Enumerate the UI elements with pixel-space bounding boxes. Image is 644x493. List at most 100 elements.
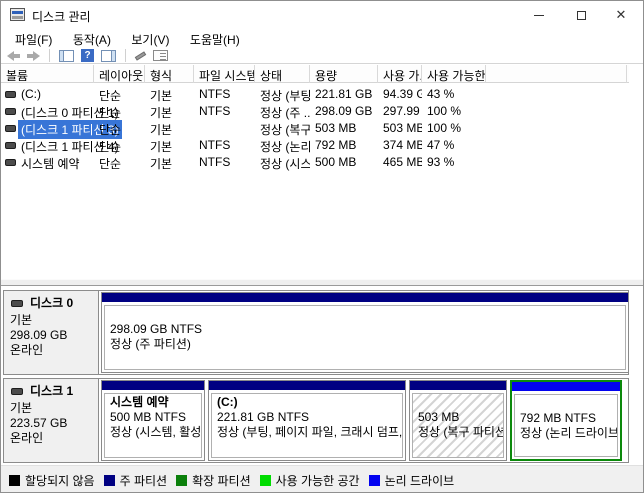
app-icon	[10, 8, 25, 21]
partition-color-strip	[410, 381, 506, 390]
volume-row[interactable]: (디스크 1 파티션 4)단순기본NTFS정상 (논리...792 MB374 …	[1, 137, 629, 154]
volume-drive-icon	[5, 91, 16, 98]
partition-body: (C:)221.81 GB NTFS정상 (부팅, 페이지 파일, 크래시 덤프…	[211, 393, 403, 458]
volume-cell-status: 정상 (시스...	[260, 155, 310, 172]
disk-status: 온라인	[10, 431, 92, 446]
legend-color-swatch	[369, 475, 380, 486]
volume-cell-capacity: 221.81 GB	[315, 87, 378, 101]
volume-cell-layout: 단순	[99, 87, 145, 104]
partition-1-3[interactable]: 792 MB NTFS정상 (논리 드라이브	[510, 380, 622, 461]
title-bar: 디스크 관리 ✕	[1, 1, 643, 29]
maximize-button[interactable]	[561, 1, 601, 29]
volume-list-header: 볼륨레이아웃형식파일 시스템상태용량사용 가...사용 가능한...	[1, 65, 629, 83]
pane-splitter[interactable]	[1, 279, 643, 286]
close-icon: ✕	[616, 7, 627, 23]
menu-bar: 파일(F) 동작(A) 보기(V) 도움말(H)	[1, 29, 643, 47]
legend-item-1: 주 파티션	[104, 472, 168, 489]
volume-cell-status: 정상 (주 ...	[260, 104, 310, 121]
list-view-icon	[153, 50, 168, 61]
console-tree-icon	[59, 50, 74, 62]
volume-cell-pct_free: 47 %	[427, 138, 486, 152]
volume-cell-fs: NTFS	[199, 138, 255, 152]
disk-icon	[11, 388, 23, 395]
partition-1-1[interactable]: (C:)221.81 GB NTFS정상 (부팅, 페이지 파일, 크래시 덤프…	[208, 380, 406, 461]
volume-cell-free: 94.39 GB	[383, 87, 422, 101]
console-tree-button[interactable]	[59, 48, 74, 63]
properties-tool-icon	[135, 51, 146, 60]
forward-button[interactable]	[27, 48, 40, 63]
toolbar-separator	[125, 49, 126, 62]
legend-label: 사용 가능한 공간	[276, 472, 360, 489]
forward-arrow-icon	[27, 51, 40, 61]
partition-body: 시스템 예약500 MB NTFS정상 (시스템, 활성,	[104, 393, 202, 458]
volume-drive-icon	[5, 125, 16, 132]
help-button[interactable]: ?	[81, 48, 94, 63]
column-header-5[interactable]: 용량	[310, 65, 378, 83]
partition-label: (C:)	[217, 395, 397, 410]
column-header-7[interactable]: 사용 가능한...	[422, 65, 486, 83]
partition-status-line: 정상 (논리 드라이브	[520, 426, 612, 441]
volume-row[interactable]: (디스크 1 파티션 3)단순기본정상 (복구...503 MB503 MB10…	[1, 120, 629, 137]
graphical-view-panel: 디스크 0기본298.09 GB온라인298.09 GB NTFS정상 (주 파…	[1, 286, 643, 465]
partition-1-0[interactable]: 시스템 예약500 MB NTFS정상 (시스템, 활성,	[101, 380, 205, 461]
partition-body: 792 MB NTFS정상 (논리 드라이브	[514, 394, 618, 457]
partition-label	[418, 395, 498, 410]
column-header-6[interactable]: 사용 가...	[378, 65, 422, 83]
volume-cell-pct_free: 93 %	[427, 155, 486, 169]
partition-color-strip	[209, 381, 405, 390]
volume-cell-fs: NTFS	[199, 87, 255, 101]
column-header-3[interactable]: 파일 시스템	[194, 65, 255, 83]
legend-color-swatch	[104, 475, 115, 486]
properties-button[interactable]	[135, 48, 146, 63]
partition-color-strip	[102, 293, 628, 302]
column-header-0[interactable]: 볼륨	[1, 65, 94, 83]
volume-cell-status: 정상 (부팅...	[260, 87, 310, 104]
volume-cell-type: 기본	[150, 104, 194, 121]
legend-item-3: 사용 가능한 공간	[260, 472, 360, 489]
column-header-2[interactable]: 형식	[145, 65, 194, 83]
minimize-button[interactable]	[519, 1, 559, 29]
legend-color-swatch	[176, 475, 187, 486]
volume-cell-type: 기본	[150, 138, 194, 155]
volume-name[interactable]: (C:)	[18, 86, 44, 102]
partition-area: 시스템 예약500 MB NTFS정상 (시스템, 활성,(C:)221.81 …	[100, 379, 628, 462]
disk-name: 디스크 1	[10, 384, 92, 399]
column-header-4[interactable]: 상태	[255, 65, 310, 83]
partition-color-strip	[512, 382, 620, 391]
partition-color-strip	[102, 381, 204, 390]
volume-cell-status: 정상 (논리...	[260, 138, 310, 155]
volume-cell-capacity: 792 MB	[315, 138, 378, 152]
volume-drive-icon	[5, 142, 16, 149]
volume-cell-capacity: 503 MB	[315, 121, 378, 135]
partition-label: 시스템 예약	[110, 395, 196, 410]
volume-cell-fs: NTFS	[199, 104, 255, 118]
partition-status-line: 정상 (복구 파티션)	[418, 425, 498, 440]
partition-1-2[interactable]: 503 MB정상 (복구 파티션)	[409, 380, 507, 461]
volume-row[interactable]: (디스크 0 파티션 1)단순기본NTFS정상 (주 ...298.09 GB2…	[1, 103, 629, 120]
volume-name[interactable]: 시스템 예약	[18, 154, 83, 173]
help-icon: ?	[81, 49, 94, 62]
column-header-1[interactable]: 레이아웃	[94, 65, 145, 83]
close-button[interactable]: ✕	[601, 1, 641, 29]
back-button[interactable]	[7, 48, 20, 63]
volume-cell-free: 503 MB	[383, 121, 422, 135]
partition-size-line: 792 MB NTFS	[520, 411, 612, 426]
disk-header-0[interactable]: 디스크 0기본298.09 GB온라인	[4, 291, 99, 374]
legend-label: 할당되지 않음	[25, 472, 95, 489]
volume-cell-type: 기본	[150, 121, 194, 138]
partition-size-line: 500 MB NTFS	[110, 410, 196, 425]
volume-cell-free: 374 MB	[383, 138, 422, 152]
volume-row[interactable]: 시스템 예약단순기본NTFS정상 (시스...500 MB465 MB93 %	[1, 154, 629, 171]
volume-cell-pct_free: 100 %	[427, 104, 486, 118]
disk-type: 기본	[10, 401, 92, 416]
disk-size: 223.57 GB	[10, 416, 92, 431]
minimize-icon	[534, 15, 544, 16]
list-view-button[interactable]	[153, 48, 168, 63]
action-pane-button[interactable]	[101, 48, 116, 63]
volume-list-panel: 볼륨레이아웃형식파일 시스템상태용량사용 가...사용 가능한... (C:) 단…	[1, 63, 643, 280]
volume-row[interactable]: (C:)단순기본NTFS정상 (부팅...221.81 GB94.39 GB43…	[1, 86, 629, 103]
partition-0-0[interactable]: 298.09 GB NTFS정상 (주 파티션)	[101, 292, 629, 373]
partition-size-line: 503 MB	[418, 410, 498, 425]
disk-header-1[interactable]: 디스크 1 기본223.57 GB온라인	[4, 379, 99, 462]
legend-label: 논리 드라이브	[385, 472, 455, 489]
